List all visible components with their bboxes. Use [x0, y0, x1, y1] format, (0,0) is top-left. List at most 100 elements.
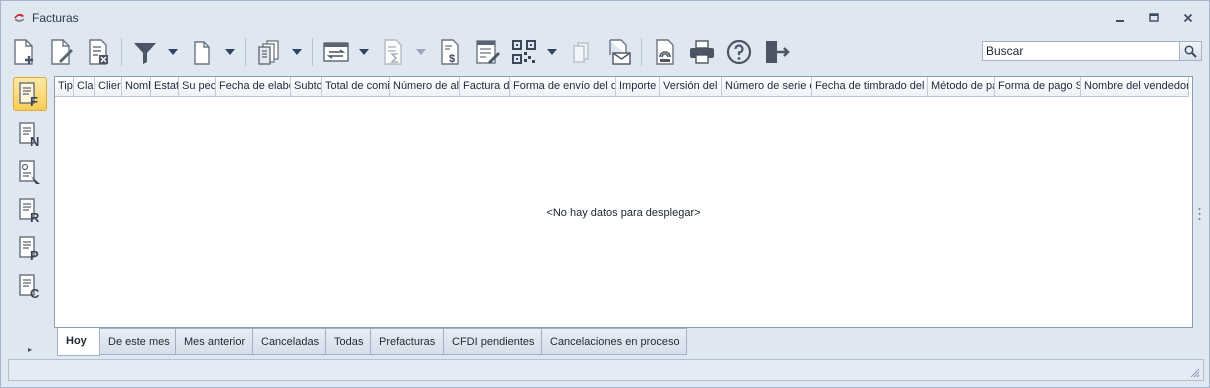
sidebar-item-search-document[interactable] — [13, 155, 47, 189]
column-header[interactable]: Factura d — [460, 77, 510, 97]
title-bar: Facturas — [1, 1, 1209, 33]
transfer-button[interactable] — [320, 36, 352, 68]
window-title: Facturas — [32, 11, 79, 25]
tab-canceladas[interactable]: Canceladas — [253, 328, 326, 355]
copy-invoice-button[interactable] — [186, 36, 218, 68]
svg-text:$: $ — [449, 53, 455, 65]
sum-dropdown[interactable] — [414, 36, 428, 68]
tab-mes-anterior[interactable]: Mes anterior — [176, 328, 253, 355]
delete-invoice-button[interactable] — [82, 36, 114, 68]
qr-code-dropdown[interactable] — [545, 36, 559, 68]
column-header[interactable]: Forma de envío del d — [510, 77, 616, 97]
chevron-down-icon — [547, 49, 557, 55]
transfer-dropdown[interactable] — [357, 36, 371, 68]
sum-button[interactable] — [377, 36, 409, 68]
tab-hoy[interactable]: Hoy — [57, 328, 100, 356]
filter-tabs: Hoy De este mes Mes anterior Canceladas Toda… — [57, 328, 687, 356]
filter-button[interactable] — [129, 36, 161, 68]
new-invoice-button[interactable] — [8, 36, 40, 68]
column-header[interactable]: Subtc — [291, 77, 322, 97]
sidebar-item-pagos[interactable]: P — [13, 231, 47, 265]
column-header[interactable]: Número de serie c — [722, 77, 812, 97]
svg-text:F: F — [30, 94, 38, 108]
column-header[interactable]: Total de comi — [322, 77, 390, 97]
payment-p-icon: P — [19, 236, 39, 262]
chevron-down-icon — [225, 49, 235, 55]
column-header[interactable]: Número de alı — [390, 77, 460, 97]
edit-list-button[interactable] — [471, 36, 503, 68]
delete-document-icon — [89, 39, 108, 65]
document-search-icon — [19, 160, 40, 184]
svg-text:P: P — [30, 248, 39, 262]
print-copies-dropdown[interactable] — [290, 36, 304, 68]
svg-text:N: N — [30, 134, 39, 148]
tab-prefacturas[interactable]: Prefacturas — [371, 328, 444, 355]
column-header[interactable]: Versión del l — [660, 77, 722, 97]
email-invoice-button[interactable] — [602, 36, 634, 68]
column-header[interactable]: Fecha de elabo — [216, 77, 291, 97]
close-button[interactable] — [1175, 9, 1201, 27]
toolbar-separator — [121, 38, 122, 66]
column-header[interactable]: Estat — [151, 77, 179, 97]
sidebar-item-cancelaciones[interactable]: C — [13, 269, 47, 303]
help-icon — [726, 39, 752, 65]
column-header[interactable]: Nombre del vendedor — [1081, 77, 1189, 97]
minimize-button[interactable] — [1107, 9, 1133, 27]
copy-dropdown[interactable] — [223, 36, 237, 68]
edit-invoice-button[interactable] — [45, 36, 77, 68]
chevron-down-icon — [292, 49, 302, 55]
splitter-grip[interactable] — [1198, 207, 1201, 221]
chevron-down-icon — [168, 49, 178, 55]
resize-grip-icon[interactable] — [1190, 368, 1200, 378]
grip-dots-icon — [1198, 208, 1201, 220]
payment-button[interactable]: $ — [434, 36, 466, 68]
column-header[interactable]: Método de pa — [928, 77, 995, 97]
close-icon — [1183, 13, 1193, 23]
toolbar-separator — [641, 38, 642, 66]
qr-code-button[interactable] — [508, 36, 540, 68]
exit-icon — [766, 41, 790, 63]
copy-pages-button[interactable] — [565, 36, 597, 68]
qr-code-icon — [512, 40, 536, 64]
sidebar-item-recibos[interactable]: R — [13, 193, 47, 227]
empty-grid-message: <No hay datos para desplegar> — [546, 207, 701, 219]
new-document-icon — [14, 39, 33, 65]
search-button[interactable] — [1180, 41, 1202, 61]
chevron-down-icon — [416, 49, 426, 55]
restore-icon — [1149, 13, 1159, 22]
column-header[interactable]: Importe — [616, 77, 660, 97]
column-header[interactable]: Su pec — [179, 77, 216, 97]
invoice-f-icon: F — [19, 82, 38, 108]
column-header[interactable]: Cla — [74, 77, 95, 97]
column-header[interactable]: Tip — [55, 77, 74, 97]
svg-text:R: R — [30, 210, 40, 224]
search-input[interactable] — [982, 41, 1180, 61]
tab-de-este-mes[interactable]: De este mes — [100, 328, 176, 355]
cfdi-stamp-icon — [656, 39, 674, 65]
sidebar-item-facturas[interactable]: F — [13, 77, 47, 111]
restore-button[interactable] — [1141, 9, 1167, 27]
minimize-icon — [1116, 20, 1124, 22]
column-header[interactable]: Clier — [95, 77, 122, 97]
print-button[interactable] — [686, 36, 718, 68]
tab-cancelaciones-en-proceso[interactable]: Cancelaciones en proceso — [542, 328, 687, 355]
grid-header: Tip Cla Clier Noml Estat Su pec Fecha de elabo… — [55, 77, 1189, 97]
print-copies-button[interactable] — [253, 36, 285, 68]
help-button[interactable] — [723, 36, 755, 68]
sidebar-expand-button[interactable]: ▸ — [11, 342, 49, 356]
tab-cfdi-pendientes[interactable]: CFDI pendientes — [444, 328, 542, 355]
column-header[interactable]: Noml — [122, 77, 151, 97]
search-box — [982, 41, 1202, 61]
sum-document-icon — [384, 39, 402, 65]
cfdi-stamp-button[interactable] — [649, 36, 681, 68]
column-header[interactable]: Forma de pago S — [995, 77, 1081, 97]
sidebar-item-notas[interactable]: N — [13, 117, 47, 151]
invoices-grid: Tip Cla Clier Noml Estat Su pec Fecha de elabo… — [54, 76, 1193, 328]
toolbar: $ — [8, 34, 1204, 70]
column-header[interactable]: Fecha de timbrado del c — [812, 77, 928, 97]
window-transfer-icon — [323, 42, 349, 62]
filter-dropdown[interactable] — [166, 36, 180, 68]
tab-todas[interactable]: Todas — [326, 328, 371, 355]
edit-document-icon — [51, 39, 73, 65]
exit-button[interactable] — [760, 36, 792, 68]
